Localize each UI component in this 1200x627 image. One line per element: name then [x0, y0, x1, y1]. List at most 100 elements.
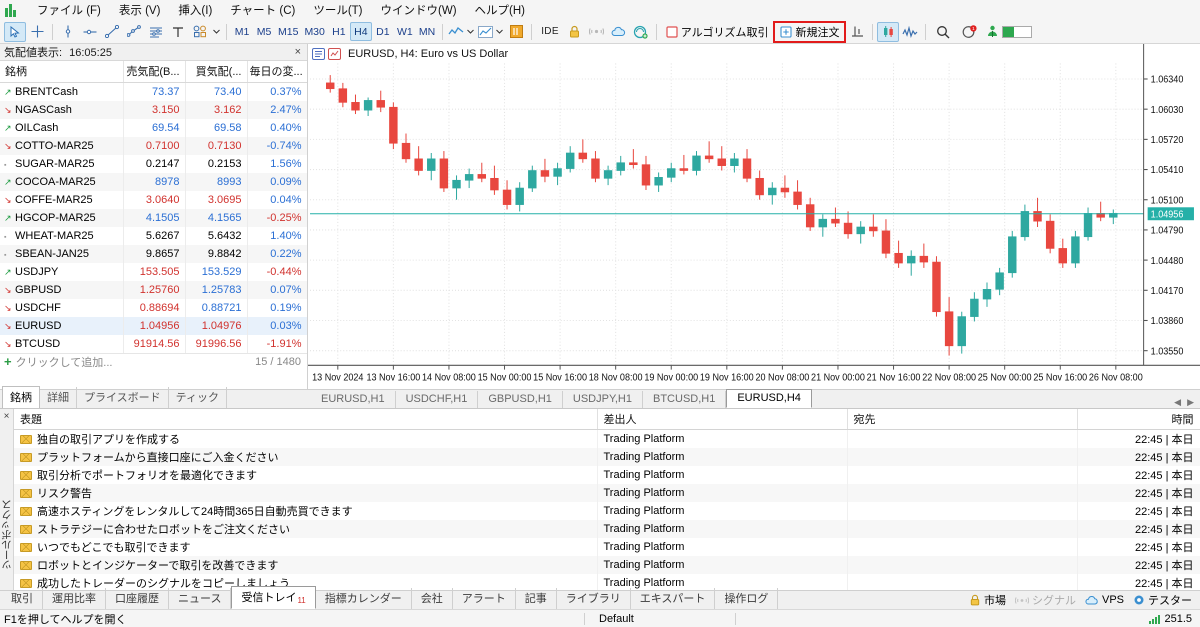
bottom-tab-exposure[interactable]: 運用比率 [43, 588, 106, 609]
table-row[interactable]: ↘ COFFE-MAR25 3.0640 3.0695 0.04% [0, 190, 308, 209]
table-row[interactable]: ↗ COCOA-MAR25 8978 8993 0.09% [0, 172, 308, 191]
inbox-list[interactable]: 表題 差出人 宛先 時間 独自の取引アプリを作成する Trading Platfo… [14, 409, 1200, 590]
table-row[interactable]: ▪ SUGAR-MAR25 0.2147 0.2153 1.56% [0, 154, 308, 173]
chart-tab-usdjpy-h1[interactable]: USDJPY,H1 [563, 391, 643, 408]
table-row[interactable]: ↘ EURUSD 1.04956 1.04976 0.03% [0, 316, 308, 335]
bottom-tab-library[interactable]: ライブラリ [557, 588, 631, 609]
candles-view-icon[interactable] [877, 21, 900, 42]
bottom-tab-trade[interactable]: 取引 [2, 588, 43, 609]
table-row[interactable]: ▪ WHEAT-MAR25 5.6267 5.6432 1.40% [0, 226, 308, 245]
list-item[interactable]: ロボットとインジケーターで取引を改善できます Trading Platform 22… [14, 556, 1200, 574]
vertical-line-tool-icon[interactable] [57, 22, 79, 42]
col-sender[interactable]: 差出人 [597, 409, 848, 430]
vps-cloud-icon[interactable] [608, 22, 630, 42]
crosshair-tool-icon[interactable] [26, 22, 48, 42]
timeframe-m1[interactable]: M1 [231, 22, 253, 41]
line-chart-icon[interactable] [447, 22, 465, 42]
chart-properties-icon[interactable] [312, 48, 325, 60]
chart-tab-prev-icon[interactable]: ◀ [1174, 397, 1181, 408]
bottom-tab-articles[interactable]: 記事 [516, 588, 557, 609]
bottom-tab-news[interactable]: ニュース [169, 588, 232, 609]
chart-grid-icon[interactable] [328, 48, 341, 60]
algo-trading-button[interactable]: アルゴリズム取引 [661, 22, 774, 42]
table-row[interactable]: ↘ COTTO-MAR25 0.7100 0.7130 -0.74% [0, 136, 308, 155]
col-bid[interactable]: 売気配(B... [123, 61, 186, 83]
timeframe-m5[interactable]: M5 [253, 22, 275, 41]
tab-details[interactable]: 詳細 [40, 387, 77, 408]
col-subject[interactable]: 表題 [14, 409, 598, 430]
timeframe-m15[interactable]: M15 [275, 22, 301, 41]
col-recipient[interactable]: 宛先 [847, 409, 1078, 430]
chart-tab-usdchf-h1[interactable]: USDCHF,H1 [396, 391, 479, 408]
copy-trading-icon[interactable] [630, 22, 652, 42]
timeframe-w1[interactable]: W1 [394, 22, 416, 41]
shortcut-tester[interactable]: テスター [1133, 592, 1192, 608]
list-item[interactable]: プラットフォームから直接口座にご入金ください Trading Platform 22… [14, 448, 1200, 466]
horizontal-line-tool-icon[interactable] [79, 22, 101, 42]
table-row[interactable]: ↘ USDCHF 0.88694 0.88721 0.19% [0, 298, 308, 317]
shapes-tool-icon[interactable] [189, 22, 211, 42]
tab-price-board[interactable]: プライスボード [77, 387, 169, 408]
list-item[interactable]: 独自の取引アプリを作成する Trading Platform 22:45 | 本日 [14, 429, 1200, 448]
table-row[interactable]: ↗ USDJPY 153.505 153.529 -0.44% [0, 262, 308, 281]
notifications-icon[interactable]: 1 [956, 22, 982, 42]
menu-file[interactable]: ファイル (F) [28, 0, 110, 20]
table-row[interactable]: ↘ NGASCash 3.150 3.162 2.47% [0, 100, 308, 119]
text-tool-icon[interactable] [167, 22, 189, 42]
menu-window[interactable]: ウインドウ(W) [372, 0, 466, 20]
bottom-tab-inbox[interactable]: 受信トレイ11 [231, 586, 316, 609]
chart-tab-btcusd-h1[interactable]: BTCUSD,H1 [643, 391, 727, 408]
col-symbol[interactable]: 銘柄 [0, 61, 124, 83]
chart-tab-gbpusd-h1[interactable]: GBPUSD,H1 [478, 391, 563, 408]
trendline-tool-icon[interactable] [101, 22, 123, 42]
shortcut-signals[interactable]: シグナル [1014, 592, 1076, 608]
ide-button[interactable]: IDE [536, 22, 564, 42]
timeframe-h4[interactable]: H4 [349, 22, 372, 41]
tab-symbols[interactable]: 銘柄 [2, 386, 40, 408]
bottom-tab-company[interactable]: 会社 [412, 588, 453, 609]
market-watch-add-row[interactable]: + クリックして追加... 15 / 1480 [0, 352, 307, 371]
signals-icon[interactable] [586, 22, 608, 42]
list-item[interactable]: 取引分析でポートフォリオを最適化できます Trading Platform 22:4… [14, 466, 1200, 484]
chart-tab-eurusd-h4[interactable]: EURUSD,H4 [726, 389, 812, 408]
menu-view[interactable]: 表示 (V) [110, 0, 170, 20]
list-item[interactable]: いつでもどこでも取引できます Trading Platform 22:45 | 本日 [14, 538, 1200, 556]
list-item[interactable]: ストラテジーに合わせたロボットをご注文ください Trading Platform 2… [14, 520, 1200, 538]
shortcut-market[interactable]: 市場 [969, 592, 1006, 608]
bottom-tab-journal[interactable]: 操作ログ [715, 588, 779, 609]
bottom-tab-calendar[interactable]: 指標カレンダー [316, 588, 412, 609]
menu-chart[interactable]: チャート (C) [221, 0, 304, 20]
fibonacci-tool-icon[interactable] [145, 22, 167, 42]
menu-help[interactable]: ヘルプ(H) [466, 0, 534, 20]
table-row[interactable]: ▪ SBEAN-JAN25 9.8657 9.8842 0.22% [0, 244, 308, 263]
depth-of-market-icon[interactable] [846, 22, 868, 42]
toolbox-close-icon[interactable]: × [4, 411, 10, 422]
bottom-tab-alerts[interactable]: アラート [453, 588, 516, 609]
timeframe-mn[interactable]: MN [416, 22, 438, 41]
col-ask[interactable]: 買気配(... [185, 61, 248, 83]
table-row[interactable]: ↗ HGCOP-MAR25 4.1505 4.1565 -0.25% [0, 208, 308, 227]
chart-tab-next-icon[interactable]: ▶ [1187, 397, 1194, 408]
bottom-tab-history[interactable]: 口座履歴 [106, 588, 169, 609]
market-lock-icon[interactable] [564, 22, 586, 42]
col-time[interactable]: 時間 [1077, 409, 1200, 430]
table-row[interactable]: ↘ GBPUSD 1.25760 1.25783 0.07% [0, 280, 308, 299]
chart-tab-eurusd-h1[interactable]: EURUSD,H1 [311, 391, 396, 408]
volatility-icon[interactable] [899, 22, 921, 42]
list-item[interactable]: 高速ホスティングをレンタルして24時間365日自動売買できます Trading P… [14, 502, 1200, 520]
timeframe-h1[interactable]: H1 [328, 22, 350, 41]
new-order-button[interactable]: 新規注文 [773, 20, 847, 43]
tab-ticks[interactable]: ティック [169, 387, 228, 408]
timeframe-m30[interactable]: M30 [301, 22, 327, 41]
menu-insert[interactable]: 挿入(I) [169, 0, 221, 20]
indicators-icon[interactable] [476, 22, 494, 42]
search-icon[interactable] [930, 22, 956, 42]
chart-type-dropdown-icon[interactable] [465, 22, 476, 42]
table-row[interactable]: ↘ BTCUSD 91914.56 91996.56 -1.91% [0, 334, 308, 353]
shortcut-vps[interactable]: VPS [1085, 594, 1124, 606]
list-item[interactable]: リスク警告 Trading Platform 22:45 | 本日 [14, 484, 1200, 502]
price-chart[interactable]: 1.06340 1.06030 1.05720 1.05410 1.05100 1.047… [308, 44, 1200, 389]
menu-tools[interactable]: ツール(T) [304, 0, 371, 20]
autoscroll-icon[interactable] [505, 22, 527, 42]
indicators-dropdown-icon[interactable] [494, 22, 505, 42]
